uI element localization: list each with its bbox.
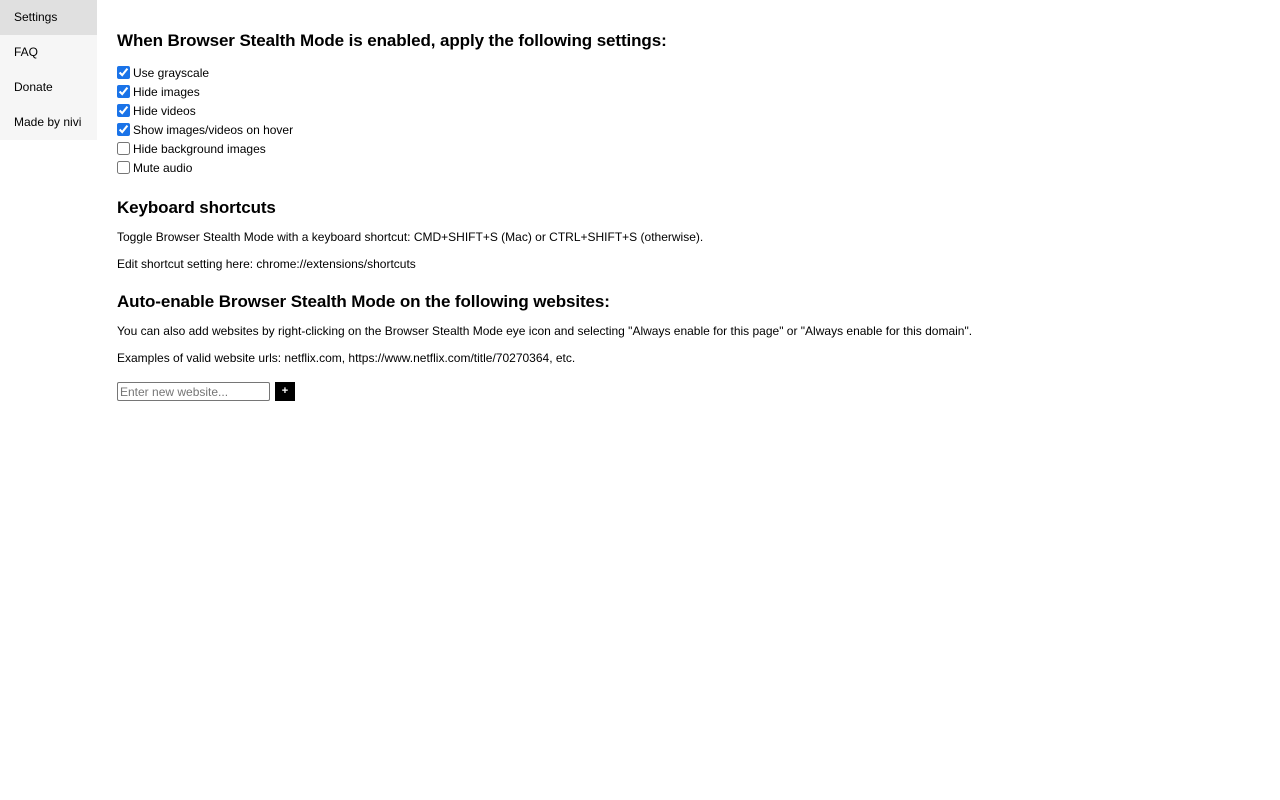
setting-row-show-images-videos-on-hover[interactable]: Show images/videos on hover — [117, 120, 1280, 139]
add-website-button[interactable]: + — [275, 382, 295, 401]
checkbox-label-hide-videos[interactable]: Hide videos — [133, 104, 196, 118]
add-website-row: + — [117, 382, 1280, 401]
checkbox-mute-audio[interactable] — [117, 161, 130, 174]
checkbox-use-grayscale[interactable] — [117, 66, 130, 79]
keyboard-shortcuts-heading: Keyboard shortcuts — [117, 198, 276, 217]
checkbox-hide-images[interactable] — [117, 85, 130, 98]
sidebar-item-label: Settings — [14, 10, 58, 24]
checkbox-label-show-images-videos-on-hover[interactable]: Show images/videos on hover — [133, 123, 293, 137]
sidebar: Settings FAQ Donate Made by nivi — [0, 0, 97, 140]
auto-enable-heading: Auto-enable Browser Stealth Mode on the … — [117, 292, 610, 311]
sidebar-item-donate[interactable]: Donate — [0, 70, 97, 105]
sidebar-item-label: FAQ — [14, 45, 39, 59]
checkbox-show-images-videos-on-hover[interactable] — [117, 123, 130, 136]
keyboard-shortcuts-edit-link-text: Edit shortcut setting here: chrome://ext… — [117, 257, 416, 271]
checkbox-label-use-grayscale[interactable]: Use grayscale — [133, 66, 209, 80]
auto-enable-examples: Examples of valid website urls: netflix.… — [117, 351, 576, 365]
checkbox-label-hide-background-images[interactable]: Hide background images — [133, 142, 266, 156]
sidebar-item-made-by-nivi[interactable]: Made by nivi — [0, 105, 97, 140]
checkbox-label-mute-audio[interactable]: Mute audio — [133, 161, 192, 175]
checkbox-label-hide-images[interactable]: Hide images — [133, 85, 200, 99]
setting-row-use-grayscale[interactable]: Use grayscale — [117, 63, 1280, 82]
setting-row-hide-background-images[interactable]: Hide background images — [117, 139, 1280, 158]
checkbox-hide-background-images[interactable] — [117, 142, 130, 155]
auto-enable-description: You can also add websites by right-click… — [117, 324, 973, 338]
setting-row-mute-audio[interactable]: Mute audio — [117, 158, 1280, 177]
sidebar-item-label: Donate — [14, 80, 53, 94]
setting-row-hide-images[interactable]: Hide images — [117, 82, 1280, 101]
setting-row-hide-videos[interactable]: Hide videos — [117, 101, 1280, 120]
main-content: When Browser Stealth Mode is enabled, ap… — [117, 0, 1280, 401]
settings-checkbox-list: Use grayscale Hide images Hide videos Sh… — [117, 63, 1280, 177]
checkbox-hide-videos[interactable] — [117, 104, 130, 117]
settings-heading: When Browser Stealth Mode is enabled, ap… — [117, 31, 667, 50]
sidebar-item-faq[interactable]: FAQ — [0, 35, 97, 70]
website-input[interactable] — [117, 382, 270, 401]
sidebar-item-label: Made by nivi — [14, 115, 82, 129]
sidebar-item-settings[interactable]: Settings — [0, 0, 97, 35]
keyboard-shortcuts-description: Toggle Browser Stealth Mode with a keybo… — [117, 230, 704, 244]
